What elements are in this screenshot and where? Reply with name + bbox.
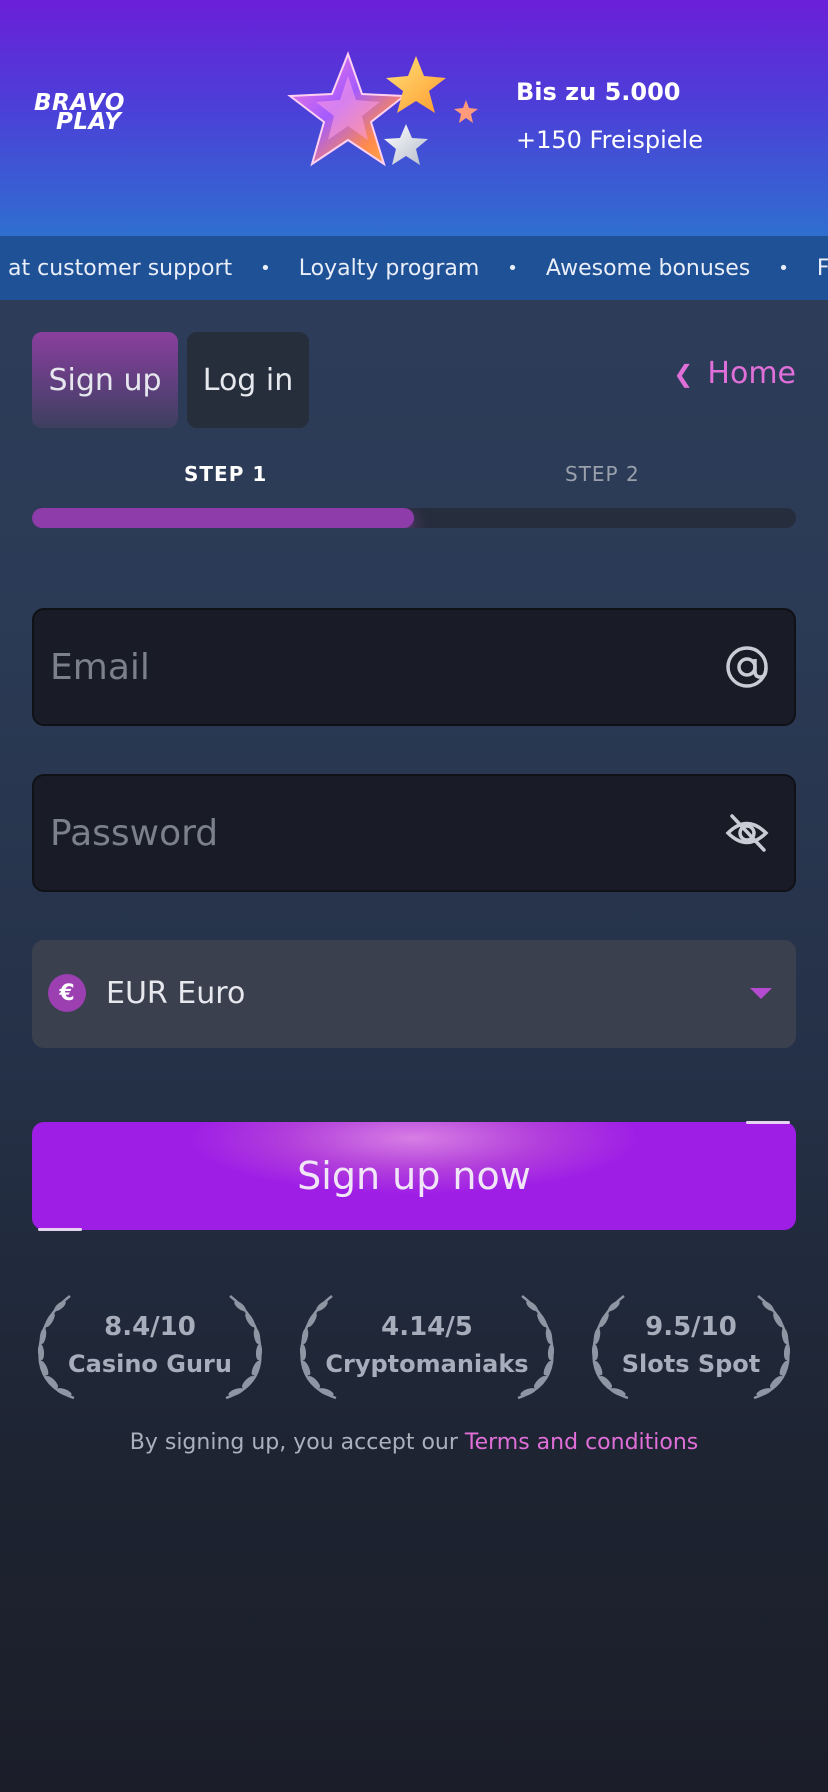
tab-signup[interactable]: Sign up xyxy=(32,332,178,428)
euro-icon: € xyxy=(48,974,86,1012)
signup-now-button[interactable]: Sign up now xyxy=(32,1121,796,1231)
laurel-right-icon xyxy=(517,1295,555,1400)
rating-source: Casino Guru xyxy=(68,1350,232,1378)
promo-line2: +150 Freispiele xyxy=(516,126,703,154)
rating-score: 8.4/10 xyxy=(104,1312,196,1342)
terms-prefix: By signing up, you accept our xyxy=(129,1430,465,1455)
ticker-separator: • xyxy=(260,257,271,279)
currency-value: EUR Euro xyxy=(106,976,246,1011)
step-progress-fill xyxy=(32,508,414,528)
button-highlight xyxy=(38,1228,82,1231)
stars-illustration xyxy=(287,51,478,167)
currency-select[interactable]: € EUR Euro xyxy=(32,940,796,1048)
tab-login[interactable]: Log in xyxy=(187,332,309,428)
laurel-right-icon xyxy=(753,1295,791,1400)
terms-notice: By signing up, you accept our Terms and … xyxy=(0,1430,828,1455)
ticker-item: at customer support xyxy=(8,255,233,281)
rating-badge: 4.14/5 Cryptomaniaks xyxy=(292,1292,562,1404)
step-2-label: STEP 2 xyxy=(565,462,640,486)
at-sign-icon xyxy=(726,646,768,688)
email-input[interactable] xyxy=(50,610,690,724)
chevron-left-icon: ❮ xyxy=(673,359,694,388)
bravoplay-logo[interactable]: BRAVO PLAY xyxy=(34,92,146,138)
email-field[interactable] xyxy=(32,608,796,726)
promo-line1: Bis zu 5.000 xyxy=(516,78,681,106)
ticker-item: Awesome bonuses xyxy=(545,255,751,281)
terms-link[interactable]: Terms and conditions xyxy=(465,1430,698,1455)
step-1-label: STEP 1 xyxy=(184,462,268,486)
ticker-separator: • xyxy=(778,257,789,279)
ticker-item: Fas xyxy=(816,255,828,281)
step-progress-bar xyxy=(32,508,796,528)
password-input[interactable] xyxy=(50,776,690,890)
rating-source: Slots Spot xyxy=(621,1350,761,1378)
laurel-left-icon xyxy=(299,1295,337,1400)
laurel-right-icon xyxy=(225,1295,263,1400)
chevron-down-icon xyxy=(750,988,772,999)
ticker-separator: • xyxy=(507,257,518,279)
button-highlight xyxy=(746,1121,790,1124)
laurel-left-icon xyxy=(37,1295,75,1400)
rating-badge: 8.4/10 Casino Guru xyxy=(30,1292,270,1404)
promo-text: Bis zu 5.000 +150 Freispiele xyxy=(516,76,703,156)
features-ticker: at customer support • Loyalty program • … xyxy=(0,236,828,300)
password-field[interactable] xyxy=(32,774,796,892)
rating-score: 9.5/10 xyxy=(645,1312,737,1342)
signup-page: BRAVO PLAY Bis zu 5.000 +150 Freispiele … xyxy=(0,0,828,1792)
ticker-item: Loyalty program xyxy=(298,255,480,281)
rating-source: Cryptomaniaks xyxy=(325,1350,529,1378)
rating-score: 4.14/5 xyxy=(381,1312,473,1342)
rating-badge: 9.5/10 Slots Spot xyxy=(584,1292,798,1404)
eye-off-icon[interactable] xyxy=(724,810,770,856)
home-link-label: Home xyxy=(707,356,796,391)
laurel-left-icon xyxy=(591,1295,629,1400)
logo-line2: PLAY xyxy=(56,109,122,135)
promo-banner[interactable]: BRAVO PLAY Bis zu 5.000 +150 Freispiele xyxy=(0,0,828,236)
home-link[interactable]: ❮ Home xyxy=(673,356,796,391)
signup-now-label: Sign up now xyxy=(297,1154,531,1198)
